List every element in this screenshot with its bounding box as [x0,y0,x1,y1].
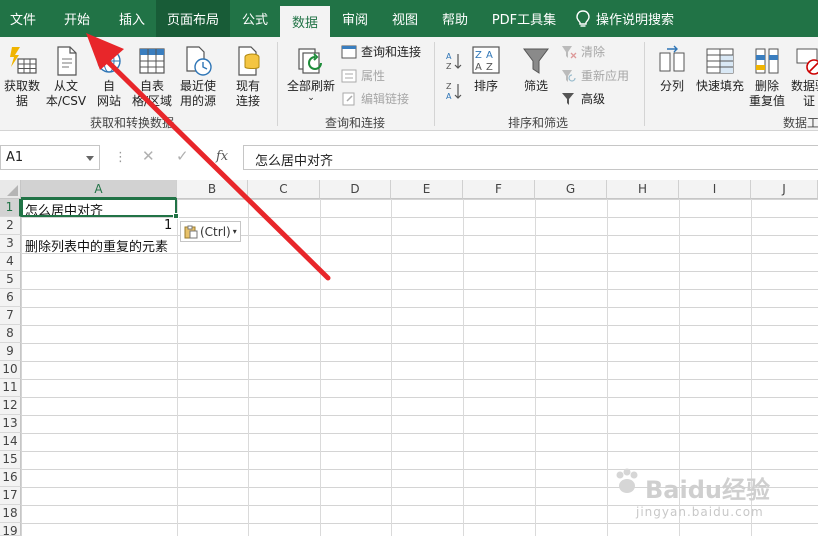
watermark-text: Baidu经验 [645,476,770,504]
red-arrow-annotation-icon [86,33,331,281]
baidu-paw-icon [616,468,638,493]
watermark-url: jingyan.baidu.com [636,505,764,519]
